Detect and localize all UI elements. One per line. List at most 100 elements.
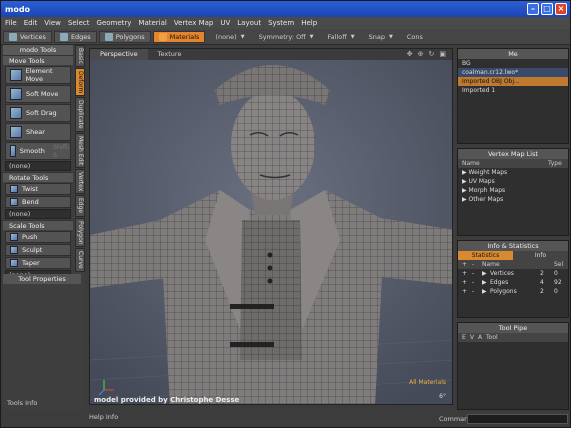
stats-count: 0 xyxy=(554,270,558,277)
materials-icon xyxy=(158,32,167,41)
tab-edge[interactable]: Edge xyxy=(75,195,85,217)
mode-label: Vertices xyxy=(20,32,46,41)
tool-push-button[interactable]: Push xyxy=(5,231,71,243)
maximize-view-icon[interactable]: ▣ xyxy=(439,50,446,58)
vertices-icon xyxy=(9,32,17,41)
vertex-map-group[interactable]: ▶ UV Maps xyxy=(458,177,568,186)
stats-remove-icon[interactable]: - xyxy=(472,269,482,278)
stats-remove-icon[interactable]: - xyxy=(472,287,482,296)
tool-properties-header[interactable]: Tool Properties xyxy=(3,274,81,284)
scale-tools-header[interactable]: Scale Tools xyxy=(3,220,73,230)
menu-system[interactable]: System xyxy=(268,19,294,27)
mode-materials-button[interactable]: Materials xyxy=(152,30,206,43)
command-input[interactable] xyxy=(467,414,568,424)
menu-view[interactable]: View xyxy=(44,19,61,27)
snap-dropdown[interactable]: Snap ▼ xyxy=(365,31,397,42)
menu-material[interactable]: Material xyxy=(138,19,166,27)
info-tab-statistics[interactable]: Statistics xyxy=(458,251,513,260)
tool-taper-button[interactable]: Taper xyxy=(5,257,71,269)
viewport-tab-perspective[interactable]: Perspective xyxy=(90,49,148,60)
menu-uv[interactable]: UV xyxy=(220,19,230,27)
symmetry-dropdown[interactable]: Symmetry: Off ▼ xyxy=(255,31,318,42)
mode-label: Materials xyxy=(169,32,200,41)
tool-twist-button[interactable]: Twist xyxy=(5,183,71,195)
viewport-tab-texture[interactable]: Texture xyxy=(148,49,192,60)
menu-help[interactable]: Help xyxy=(301,19,317,27)
menu-file[interactable]: File xyxy=(5,19,17,27)
vertex-map-group-label: Other Maps xyxy=(468,196,504,203)
tool-pipe-title: Tool Pipe xyxy=(458,323,568,333)
mesh-item[interactable]: coalman.cr12.lwo* xyxy=(458,68,568,77)
mode-vertices-button[interactable]: Vertices xyxy=(3,30,52,43)
tool-soft-drag-button[interactable]: Soft Drag xyxy=(5,104,71,122)
tool-category-tabs: Basic Deform Duplicate Mesh Edit Vertex Edge P… xyxy=(75,45,85,300)
stats-row[interactable]: + - ▶ Vertices 2 0 xyxy=(458,269,568,278)
stats-add-icon[interactable]: + xyxy=(462,287,472,296)
info-tab-info[interactable]: Info xyxy=(513,251,568,260)
tab-vertex[interactable]: Vertex xyxy=(75,169,85,195)
move-tools-dropdown[interactable]: (none) xyxy=(5,161,71,171)
rotate-tools-header[interactable]: Rotate Tools xyxy=(3,172,73,182)
rotate-tools-dropdown[interactable]: (none) xyxy=(5,209,71,219)
tab-duplicate[interactable]: Duplicate xyxy=(75,97,85,132)
stats-remove-icon[interactable]: - xyxy=(472,278,482,287)
stats-add-icon[interactable]: + xyxy=(462,269,472,278)
tool-sculpt-button[interactable]: Sculpt xyxy=(5,244,71,256)
stats-row[interactable]: + - ▶ Edges 4 92 xyxy=(458,278,568,287)
constraint-dropdown[interactable]: Cons xyxy=(403,31,427,42)
model-render[interactable]: All Materials 6° model provided by Chris… xyxy=(90,60,452,404)
tool-bend-button[interactable]: Bend xyxy=(5,196,71,208)
tool-label: Bend xyxy=(22,198,39,206)
tab-mesh-edit[interactable]: Mesh Edit xyxy=(75,132,85,169)
tab-curve[interactable]: Curve xyxy=(75,248,85,272)
expand-arrow-icon[interactable]: ▶ xyxy=(482,269,490,278)
vmap-col-name: Name xyxy=(462,160,480,167)
push-icon xyxy=(10,233,18,241)
vertex-map-list-panel: Vertex Map List Name Type ▶ Weight Maps ▶… xyxy=(457,148,569,236)
minimize-button[interactable]: – xyxy=(527,3,539,15)
tool-smooth-button[interactable]: Smooth Shift-S xyxy=(5,142,71,160)
mode-edges-button[interactable]: Edges xyxy=(53,30,97,43)
menu-edit[interactable]: Edit xyxy=(24,19,38,27)
stats-row[interactable]: + - ▶ Polygons 2 0 xyxy=(458,287,568,296)
tools-panel: modo Tools Move Tools Element Move Soft M… xyxy=(3,45,85,410)
tool-pipe-panel: Tool Pipe E V A Tool xyxy=(457,322,569,410)
tab-deform[interactable]: Deform xyxy=(75,67,85,97)
mode-polygons-button[interactable]: Polygons xyxy=(98,30,151,43)
stats-label: Edges xyxy=(490,279,509,286)
mesh-item[interactable]: BG xyxy=(458,59,568,68)
vertex-map-group[interactable]: ▶ Weight Maps xyxy=(458,168,568,177)
menu-geometry[interactable]: Geometry xyxy=(97,19,132,27)
mesh-item[interactable]: Imported 1 xyxy=(458,86,568,95)
wireframe-character-render xyxy=(90,60,452,404)
model-credit-caption: model provided by Christophe Desse xyxy=(94,396,240,404)
tool-shear-button[interactable]: Shear xyxy=(5,123,71,141)
tool-pipe-col-e: E xyxy=(462,334,466,341)
info-statistics-panel: Info & Statistics Statistics Info + - Nam… xyxy=(457,240,569,318)
tool-element-move-button[interactable]: Element Move xyxy=(5,66,71,84)
move-tools-header[interactable]: Move Tools xyxy=(3,55,73,65)
vertex-map-group[interactable]: ▶ Morph Maps xyxy=(458,186,568,195)
3d-viewport[interactable]: Perspective Texture ✥ ⊕ ↻ ▣ All Material… xyxy=(89,48,453,405)
stats-value: 2 xyxy=(540,288,544,295)
stats-add-icon[interactable]: + xyxy=(462,278,472,287)
tab-polygon[interactable]: Polygon xyxy=(75,217,85,248)
close-button[interactable]: × xyxy=(555,3,567,15)
falloff-dropdown[interactable]: Falloff ▼ xyxy=(324,31,359,42)
rotate-view-icon[interactable]: ↻ xyxy=(429,50,435,58)
vertex-map-group[interactable]: ▶ Other Maps xyxy=(458,195,568,204)
menu-vertex-map[interactable]: Vertex Map xyxy=(174,19,214,27)
zoom-view-icon[interactable]: ⊕ xyxy=(418,50,424,58)
mesh-item[interactable]: Imported OBJ Obj... xyxy=(458,77,568,86)
tool-soft-move-button[interactable]: Soft Move xyxy=(5,85,71,103)
mesh-list-panel: Me BG coalman.cr12.lwo* Imported OBJ Obj..… xyxy=(457,48,569,144)
expand-arrow-icon[interactable]: ▶ xyxy=(482,278,490,287)
maximize-button[interactable]: □ xyxy=(541,3,553,15)
menu-select[interactable]: Select xyxy=(68,19,90,27)
move-view-icon[interactable]: ✥ xyxy=(407,50,413,58)
material-dropdown[interactable]: (none) ▼ xyxy=(211,31,248,42)
expand-arrow-icon[interactable]: ▶ xyxy=(482,287,490,296)
sculpt-icon xyxy=(10,246,18,254)
menu-layout[interactable]: Layout xyxy=(237,19,261,27)
tab-basic[interactable]: Basic xyxy=(75,45,85,67)
